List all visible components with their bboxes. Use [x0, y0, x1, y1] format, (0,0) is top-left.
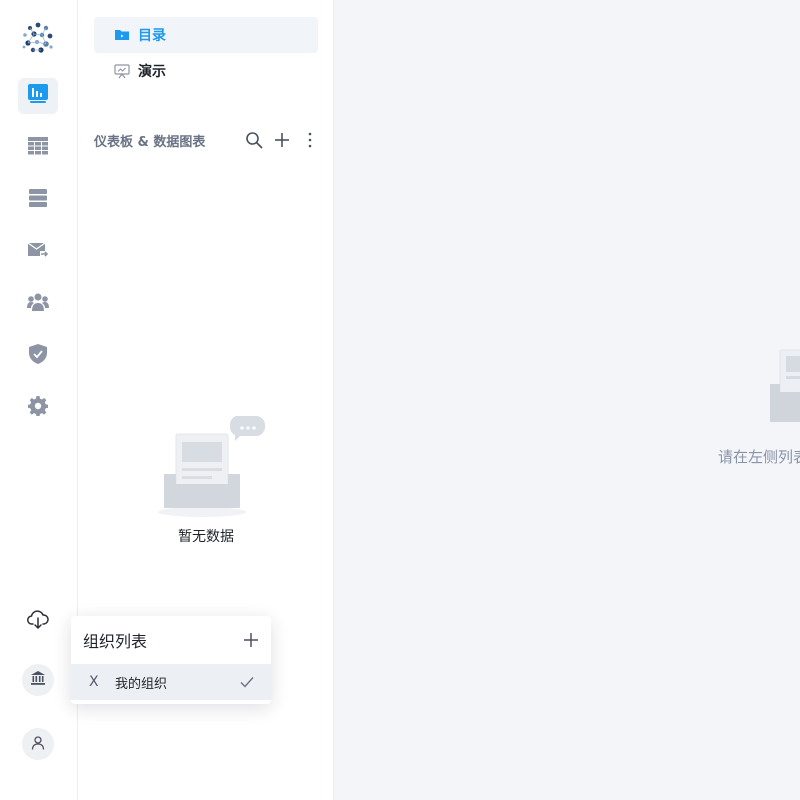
- organization-avatar: X: [89, 674, 99, 690]
- table-grid-icon: [28, 137, 48, 159]
- user-profile-button[interactable]: [22, 728, 54, 760]
- rail-item-tables[interactable]: [18, 130, 58, 166]
- rail-item-permissions[interactable]: [18, 338, 58, 374]
- rail-item-settings[interactable]: [18, 390, 58, 426]
- nav-item-label: 演示: [138, 64, 166, 80]
- rail-item-dashboards[interactable]: [18, 78, 58, 114]
- popover-header: 组织列表: [83, 628, 263, 652]
- team-users-icon: [27, 292, 49, 316]
- main-content: 请在左侧列表: [334, 0, 800, 800]
- rail-item-datasources[interactable]: [18, 182, 58, 218]
- main-hint-text: 请在左侧列表: [718, 448, 800, 466]
- nav-item-directory[interactable]: 目录: [94, 17, 318, 53]
- user-icon: [31, 735, 45, 754]
- section-title: 仪表板 & 数据图表: [94, 134, 206, 150]
- empty-state-text: 暂无数据: [178, 529, 234, 545]
- bank-icon: [30, 670, 46, 690]
- rail-item-schedules[interactable]: [18, 234, 58, 270]
- organization-popover: 组织列表 X 我的组织: [71, 616, 271, 704]
- organization-list-item[interactable]: X 我的组织: [71, 664, 271, 700]
- popover-title: 组织列表: [83, 632, 148, 651]
- database-stack-icon: [28, 189, 48, 211]
- mail-forward-icon: [27, 241, 49, 263]
- add-organization-icon[interactable]: [239, 628, 263, 652]
- gear-icon: [27, 396, 49, 420]
- main-empty-illustration: [766, 344, 800, 424]
- check-icon: [239, 674, 255, 690]
- empty-state-illustration: [156, 412, 265, 522]
- organization-switcher-button[interactable]: [22, 664, 54, 696]
- presentation-icon: [114, 63, 130, 79]
- nav-item-label: 目录: [138, 28, 166, 44]
- rail-item-download[interactable]: [18, 604, 58, 640]
- dashboard-chart-icon: [28, 84, 48, 108]
- icon-rail: [0, 0, 78, 800]
- search-icon[interactable]: [240, 126, 268, 154]
- folder-icon: [114, 27, 130, 43]
- rail-item-members[interactable]: [18, 286, 58, 322]
- section-header: 仪表板 & 数据图表: [94, 126, 324, 154]
- add-icon[interactable]: [268, 126, 296, 154]
- organization-name: 我的组织: [115, 676, 168, 692]
- nav-item-presentation[interactable]: 演示: [94, 53, 318, 89]
- shield-check-icon: [29, 344, 47, 368]
- more-vertical-icon[interactable]: [296, 126, 324, 154]
- app-logo-icon[interactable]: [20, 20, 56, 56]
- cloud-download-icon: [27, 610, 49, 634]
